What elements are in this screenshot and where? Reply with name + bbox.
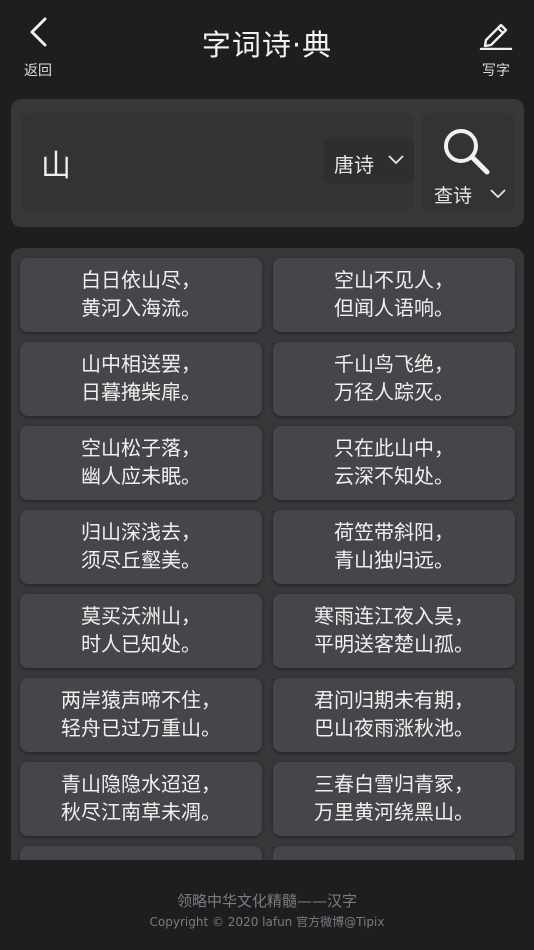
poem-card[interactable]: 君问归期未有期， 巴山夜雨涨秋池。 [273, 678, 515, 752]
poem-line-2: 但闻人语响。 [334, 296, 454, 320]
search-query: 山 [41, 149, 71, 184]
poem-line-2: 秋尽江南草未凋。 [61, 800, 221, 824]
poem-line-2: 幽人应未眠。 [81, 464, 201, 488]
poem-card[interactable]: 荷笠带斜阳， 青山独归远。 [273, 510, 515, 584]
poem-line-2: 黄河入海流。 [81, 296, 201, 320]
poem-line-1: 荷笠带斜阳， [334, 520, 454, 544]
poem-card[interactable]: 空山松子落， 幽人应未眠。 [20, 426, 262, 500]
poem-line-1: 山中相送罢， [81, 352, 201, 376]
footer-copyright: Copyright © 2020 lafun 官方微博@Tipix [149, 915, 385, 929]
poem-line-2: 青山独归远。 [334, 548, 454, 572]
chevron-down-icon [490, 189, 506, 198]
poem-line-1: 归山深浅去， [81, 520, 201, 544]
poem-line-2: 时人已知处。 [81, 632, 201, 656]
search-button[interactable]: 查诗 [422, 113, 514, 211]
poem-card[interactable] [273, 846, 515, 860]
poem-line-2: 云深不知处。 [334, 464, 454, 488]
poem-line-1: 青山隐隐水迢迢， [61, 772, 221, 796]
poem-line-2: 巴山夜雨涨秋池。 [314, 716, 474, 740]
poem-card[interactable]: 归山深浅去， 须尽丘壑美。 [20, 510, 262, 584]
poem-line-2: 万径人踪灭。 [334, 380, 454, 404]
poem-card[interactable]: 空山不见人， 但闻人语响。 [273, 258, 515, 332]
search-panel: 山 唐诗 查诗 [11, 99, 524, 227]
poem-line-2: 轻舟已过万重山。 [61, 716, 221, 740]
top-bar: 返回 字词诗·典 写字 [0, 0, 534, 88]
poem-card[interactable]: 只在此山中， 云深不知处。 [273, 426, 515, 500]
poem-card[interactable]: 三春白雪归青冢， 万里黄河绕黑山。 [273, 762, 515, 836]
poem-line-1: 两岸猿声啼不住， [61, 688, 221, 712]
app-screen: 返回 字词诗·典 写字 山 唐诗 查诗 白日依山尽， 黄河入海流。 空山不见人，… [0, 0, 534, 950]
poem-line-1: 君问归期未有期， [314, 688, 474, 712]
category-dropdown[interactable]: 唐诗 [324, 139, 414, 183]
page-title: 字词诗·典 [201, 28, 333, 62]
search-button-label: 查诗 [434, 185, 473, 207]
poem-card[interactable]: 两岸猿声啼不住， 轻舟已过万重山。 [20, 678, 262, 752]
category-label: 唐诗 [334, 153, 374, 177]
poem-line-1: 寒雨连江夜入吴， [314, 604, 474, 628]
footer-slogan: 领略中华文化精髓——汉字 [176, 892, 357, 910]
poem-line-2: 须尽丘壑美。 [81, 548, 201, 572]
search-input[interactable]: 山 唐诗 [21, 113, 414, 211]
poem-line-1: 只在此山中， [334, 436, 454, 460]
pencil-icon [479, 23, 513, 50]
poem-line-1: 白日依山尽， [81, 268, 201, 292]
poem-line-2: 万里黄河绕黑山。 [314, 800, 474, 824]
search-icon [444, 129, 490, 175]
chevron-down-icon [388, 155, 404, 164]
poem-line-1: 空山松子落， [81, 436, 201, 460]
poem-line-2: 日暮掩柴扉。 [81, 380, 201, 404]
write-button[interactable]: 写字 [474, 16, 518, 79]
poem-line-1: 空山不见人， [334, 268, 454, 292]
footer: 领略中华文化精髓——汉字 Copyright © 2020 lafun 官方微博… [0, 860, 534, 950]
poem-card[interactable] [20, 846, 262, 860]
poem-card[interactable]: 青山隐隐水迢迢， 秋尽江南草未凋。 [20, 762, 262, 836]
poem-card[interactable]: 山中相送罢， 日暮掩柴扉。 [20, 342, 262, 416]
poem-card[interactable]: 寒雨连江夜入吴， 平明送客楚山孤。 [273, 594, 515, 668]
poem-line-2: 平明送客楚山孤。 [314, 632, 474, 656]
poem-line-1: 千山鸟飞绝， [334, 352, 454, 376]
poem-line-1: 三春白雪归青冢， [314, 772, 474, 796]
poem-card[interactable]: 白日依山尽， 黄河入海流。 [20, 258, 262, 332]
poem-card[interactable]: 千山鸟飞绝， 万径人踪灭。 [273, 342, 515, 416]
poem-card[interactable]: 莫买沃洲山， 时人已知处。 [20, 594, 262, 668]
write-label: 写字 [482, 63, 510, 79]
poem-line-1: 莫买沃洲山， [81, 604, 201, 628]
results-list: 白日依山尽， 黄河入海流。 空山不见人， 但闻人语响。山中相送罢， 日暮掩柴扉。 千山鸟飞… [11, 248, 524, 860]
